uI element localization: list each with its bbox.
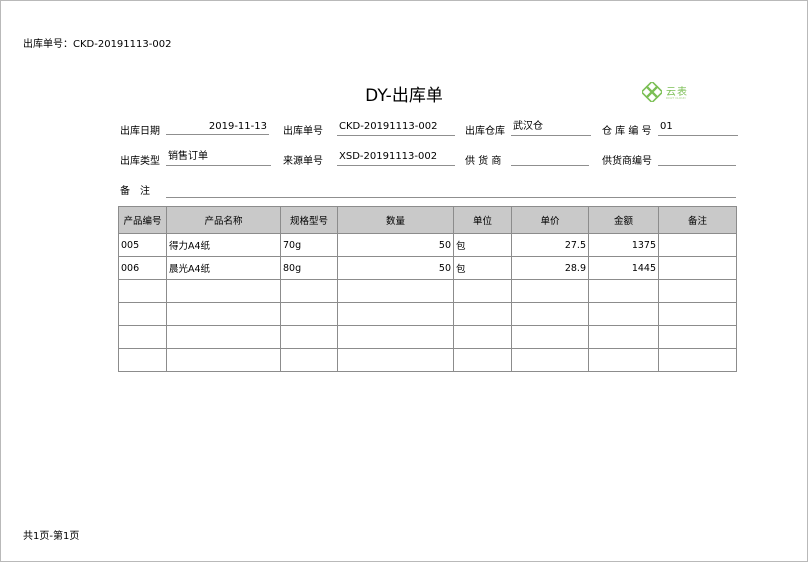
items-table: 产品编号 产品名称 规格型号 数量 单位 单价 金额 备注 005 得力A4纸 … (118, 206, 737, 372)
cell-quantity[interactable]: 50 (337, 256, 454, 280)
remark-label: 备 注 (120, 186, 150, 197)
table-row (118, 302, 737, 326)
cell-unit-price[interactable]: 28.9 (511, 256, 589, 280)
cell-unit[interactable] (453, 325, 512, 349)
cell-product-name[interactable]: 晨光A4纸 (166, 256, 281, 280)
cell-spec[interactable]: 80g (280, 256, 338, 280)
cell-unit[interactable] (453, 302, 512, 326)
warehouse-code-label: 仓 库 编 号 (602, 126, 652, 137)
cell-unit-price[interactable] (511, 348, 589, 372)
cell-unit[interactable]: 包 (453, 233, 512, 257)
col-header-remark: 备注 (658, 206, 737, 234)
col-header-amount: 金额 (588, 206, 659, 234)
table-row (118, 325, 737, 349)
cell-product-code[interactable] (118, 302, 167, 326)
cell-remark[interactable] (658, 348, 737, 372)
supplier-code-label: 供货商编号 (602, 156, 652, 167)
col-header-product-code: 产品编号 (118, 206, 167, 234)
supplier-field[interactable] (511, 149, 589, 166)
cell-unit[interactable]: 包 (453, 256, 512, 280)
warehouse-label: 出库仓库 (465, 126, 505, 137)
order-no-label: 出库单号 (283, 126, 323, 137)
col-header-quantity: 数量 (337, 206, 454, 234)
cell-spec[interactable] (280, 325, 338, 349)
table-row: 005 得力A4纸 70g 50 包 27.5 1375 (118, 233, 737, 257)
cell-remark[interactable] (658, 302, 737, 326)
col-header-unit: 单位 (453, 206, 512, 234)
cell-quantity[interactable] (337, 279, 454, 303)
cell-product-name[interactable] (166, 279, 281, 303)
warehouse-field[interactable]: 武汉仓 (511, 119, 591, 136)
cell-product-code[interactable]: 005 (118, 233, 167, 257)
page-footer: 共1页-第1页 (23, 531, 80, 542)
cell-amount[interactable] (588, 348, 659, 372)
col-header-product-name: 产品名称 (166, 206, 281, 234)
date-field[interactable]: 2019-11-13 (166, 119, 269, 135)
cell-amount[interactable] (588, 325, 659, 349)
order-no-field[interactable]: CKD-20191113-002 (337, 119, 455, 136)
logo-subtext: DIGIT CLOUD (666, 96, 686, 100)
cell-product-name[interactable] (166, 302, 281, 326)
cell-unit[interactable] (453, 279, 512, 303)
cell-unit-price[interactable] (511, 325, 589, 349)
cell-unit-price[interactable] (511, 302, 589, 326)
cell-quantity[interactable] (337, 302, 454, 326)
cell-spec[interactable]: 70g (280, 233, 338, 257)
cell-spec[interactable] (280, 302, 338, 326)
cell-product-code[interactable]: 006 (118, 256, 167, 280)
cell-product-name[interactable]: 得力A4纸 (166, 233, 281, 257)
cell-product-code[interactable] (118, 279, 167, 303)
cell-product-code[interactable] (118, 325, 167, 349)
table-header-row: 产品编号 产品名称 规格型号 数量 单位 单价 金额 备注 (118, 206, 737, 234)
source-no-label: 来源单号 (283, 156, 323, 167)
warehouse-code-field[interactable]: 01 (658, 119, 738, 136)
cell-product-name[interactable] (166, 325, 281, 349)
type-label: 出库类型 (120, 156, 160, 167)
table-row (118, 348, 737, 372)
cell-amount[interactable]: 1375 (588, 233, 659, 257)
cell-remark[interactable] (658, 279, 737, 303)
col-header-spec: 规格型号 (280, 206, 338, 234)
cell-product-name[interactable] (166, 348, 281, 372)
table-row: 006 晨光A4纸 80g 50 包 28.9 1445 (118, 256, 737, 280)
cell-amount[interactable]: 1445 (588, 256, 659, 280)
col-header-unit-price: 单价 (511, 206, 589, 234)
company-logo: 云表 DIGIT CLOUD (642, 82, 702, 102)
cell-quantity[interactable]: 50 (337, 233, 454, 257)
cell-remark[interactable] (658, 233, 737, 257)
cell-quantity[interactable] (337, 325, 454, 349)
cell-quantity[interactable] (337, 348, 454, 372)
cell-spec[interactable] (280, 348, 338, 372)
date-label: 出库日期 (120, 126, 160, 137)
supplier-label: 供 货 商 (465, 156, 502, 167)
cell-unit[interactable] (453, 348, 512, 372)
logo-icon (642, 82, 662, 102)
cell-remark[interactable] (658, 325, 737, 349)
source-no-field[interactable]: XSD-20191113-002 (337, 149, 455, 166)
supplier-code-field[interactable] (658, 149, 736, 166)
cell-unit-price[interactable] (511, 279, 589, 303)
type-field[interactable]: 销售订单 (166, 149, 271, 166)
cell-amount[interactable] (588, 279, 659, 303)
remark-field[interactable] (166, 181, 736, 198)
table-row (118, 279, 737, 303)
cell-unit-price[interactable]: 27.5 (511, 233, 589, 257)
cell-product-code[interactable] (118, 348, 167, 372)
cell-spec[interactable] (280, 279, 338, 303)
cell-remark[interactable] (658, 256, 737, 280)
order-number-header: 出库单号：CKD-20191113-002 (23, 39, 172, 50)
cell-amount[interactable] (588, 302, 659, 326)
